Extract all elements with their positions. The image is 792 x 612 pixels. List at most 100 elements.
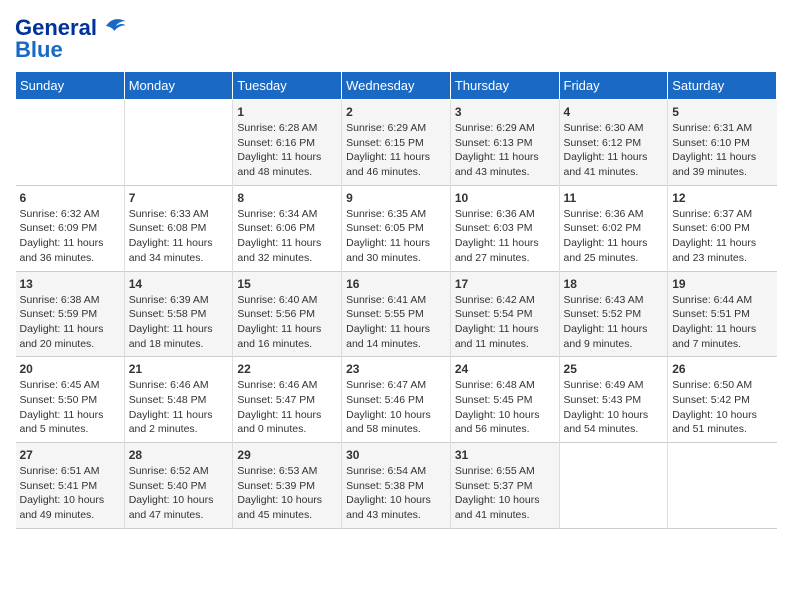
weekday-header-row: SundayMondayTuesdayWednesdayThursdayFrid… [16,72,777,100]
weekday-header-monday: Monday [124,72,233,100]
day-number: 28 [129,448,229,462]
calendar-cell: 6 Sunrise: 6:32 AM Sunset: 6:09 PM Daylig… [16,185,125,271]
calendar-cell: 1 Sunrise: 6:28 AM Sunset: 6:16 PM Daylig… [233,100,342,186]
calendar-cell: 10 Sunrise: 6:36 AM Sunset: 6:03 PM Dayli… [450,185,559,271]
calendar-cell [668,443,777,529]
calendar-cell: 22 Sunrise: 6:46 AM Sunset: 5:47 PM Dayli… [233,357,342,443]
calendar-cell: 12 Sunrise: 6:37 AM Sunset: 6:00 PM Dayli… [668,185,777,271]
day-info: Sunrise: 6:42 AM Sunset: 5:54 PM Dayligh… [455,293,555,352]
day-info: Sunrise: 6:51 AM Sunset: 5:41 PM Dayligh… [20,464,120,523]
day-info: Sunrise: 6:36 AM Sunset: 6:03 PM Dayligh… [455,207,555,266]
day-info: Sunrise: 6:46 AM Sunset: 5:47 PM Dayligh… [237,378,337,437]
day-info: Sunrise: 6:40 AM Sunset: 5:56 PM Dayligh… [237,293,337,352]
day-number: 18 [564,277,664,291]
day-info: Sunrise: 6:55 AM Sunset: 5:37 PM Dayligh… [455,464,555,523]
calendar-cell [559,443,668,529]
calendar-cell: 11 Sunrise: 6:36 AM Sunset: 6:02 PM Dayli… [559,185,668,271]
calendar-cell: 27Sunrise: 6:51 AM Sunset: 5:41 PM Dayli… [16,443,125,529]
calendar-cell: 28 Sunrise: 6:52 AM Sunset: 5:40 PM Dayli… [124,443,233,529]
day-info: Sunrise: 6:30 AM Sunset: 6:12 PM Dayligh… [564,121,664,180]
logo: General Blue [15,15,127,63]
calendar-cell: 17Sunrise: 6:42 AM Sunset: 5:54 PM Dayli… [450,271,559,357]
weekday-header-tuesday: Tuesday [233,72,342,100]
day-number: 12 [672,191,772,205]
day-info: Sunrise: 6:38 AM Sunset: 5:59 PM Dayligh… [20,293,120,352]
day-info: Sunrise: 6:29 AM Sunset: 6:15 PM Dayligh… [346,121,446,180]
page-header: General Blue [15,10,777,63]
day-number: 22 [237,362,337,376]
day-number: 30 [346,448,446,462]
calendar-cell [16,100,125,186]
calendar-cell: 7 Sunrise: 6:33 AM Sunset: 6:08 PM Daylig… [124,185,233,271]
day-number: 20 [20,362,120,376]
day-info: Sunrise: 6:45 AM Sunset: 5:50 PM Dayligh… [20,378,120,437]
day-number: 8 [237,191,337,205]
day-number: 2 [346,105,446,119]
day-number: 16 [346,277,446,291]
calendar-row-0: 1 Sunrise: 6:28 AM Sunset: 6:16 PM Daylig… [16,100,777,186]
calendar-cell: 30 Sunrise: 6:54 AM Sunset: 5:38 PM Dayli… [342,443,451,529]
day-info: Sunrise: 6:34 AM Sunset: 6:06 PM Dayligh… [237,207,337,266]
day-info: Sunrise: 6:28 AM Sunset: 6:16 PM Dayligh… [237,121,337,180]
calendar-cell: 20 Sunrise: 6:45 AM Sunset: 5:50 PM Dayli… [16,357,125,443]
calendar-cell: 31 Sunrise: 6:55 AM Sunset: 5:37 PM Dayli… [450,443,559,529]
calendar-cell: 24Sunrise: 6:48 AM Sunset: 5:45 PM Dayli… [450,357,559,443]
calendar-cell: 18 Sunrise: 6:43 AM Sunset: 5:52 PM Dayli… [559,271,668,357]
day-number: 26 [672,362,772,376]
day-number: 14 [129,277,229,291]
day-number: 1 [237,105,337,119]
day-number: 13 [20,277,120,291]
calendar-cell: 23 Sunrise: 6:47 AM Sunset: 5:46 PM Dayli… [342,357,451,443]
day-number: 21 [129,362,229,376]
logo-bird-icon [99,12,127,40]
calendar-row-2: 13 Sunrise: 6:38 AM Sunset: 5:59 PM Dayli… [16,271,777,357]
calendar-cell: 25 Sunrise: 6:49 AM Sunset: 5:43 PM Dayli… [559,357,668,443]
day-number: 25 [564,362,664,376]
day-info: Sunrise: 6:35 AM Sunset: 6:05 PM Dayligh… [346,207,446,266]
day-info: Sunrise: 6:53 AM Sunset: 5:39 PM Dayligh… [237,464,337,523]
calendar-cell: 29 Sunrise: 6:53 AM Sunset: 5:39 PM Dayli… [233,443,342,529]
calendar-cell: 8 Sunrise: 6:34 AM Sunset: 6:06 PM Daylig… [233,185,342,271]
day-info: Sunrise: 6:52 AM Sunset: 5:40 PM Dayligh… [129,464,229,523]
day-info: Sunrise: 6:36 AM Sunset: 6:02 PM Dayligh… [564,207,664,266]
day-info: Sunrise: 6:37 AM Sunset: 6:00 PM Dayligh… [672,207,772,266]
day-info: Sunrise: 6:43 AM Sunset: 5:52 PM Dayligh… [564,293,664,352]
calendar-row-1: 6 Sunrise: 6:32 AM Sunset: 6:09 PM Daylig… [16,185,777,271]
calendar-cell: 14 Sunrise: 6:39 AM Sunset: 5:58 PM Dayli… [124,271,233,357]
day-number: 31 [455,448,555,462]
calendar-row-3: 20 Sunrise: 6:45 AM Sunset: 5:50 PM Dayli… [16,357,777,443]
calendar-cell: 13 Sunrise: 6:38 AM Sunset: 5:59 PM Dayli… [16,271,125,357]
day-info: Sunrise: 6:54 AM Sunset: 5:38 PM Dayligh… [346,464,446,523]
day-number: 15 [237,277,337,291]
calendar-table: SundayMondayTuesdayWednesdayThursdayFrid… [15,71,777,529]
day-number: 5 [672,105,772,119]
day-number: 6 [20,191,120,205]
day-number: 3 [455,105,555,119]
day-info: Sunrise: 6:39 AM Sunset: 5:58 PM Dayligh… [129,293,229,352]
day-number: 9 [346,191,446,205]
calendar-cell: 21Sunrise: 6:46 AM Sunset: 5:48 PM Dayli… [124,357,233,443]
calendar-cell [124,100,233,186]
calendar-cell: 5 Sunrise: 6:31 AM Sunset: 6:10 PM Daylig… [668,100,777,186]
day-number: 11 [564,191,664,205]
day-info: Sunrise: 6:49 AM Sunset: 5:43 PM Dayligh… [564,378,664,437]
day-info: Sunrise: 6:44 AM Sunset: 5:51 PM Dayligh… [672,293,772,352]
weekday-header-saturday: Saturday [668,72,777,100]
day-info: Sunrise: 6:31 AM Sunset: 6:10 PM Dayligh… [672,121,772,180]
day-info: Sunrise: 6:50 AM Sunset: 5:42 PM Dayligh… [672,378,772,437]
calendar-cell: 19 Sunrise: 6:44 AM Sunset: 5:51 PM Dayli… [668,271,777,357]
day-number: 23 [346,362,446,376]
weekday-header-thursday: Thursday [450,72,559,100]
day-info: Sunrise: 6:47 AM Sunset: 5:46 PM Dayligh… [346,378,446,437]
day-info: Sunrise: 6:33 AM Sunset: 6:08 PM Dayligh… [129,207,229,266]
day-info: Sunrise: 6:32 AM Sunset: 6:09 PM Dayligh… [20,207,120,266]
day-number: 19 [672,277,772,291]
day-info: Sunrise: 6:41 AM Sunset: 5:55 PM Dayligh… [346,293,446,352]
weekday-header-friday: Friday [559,72,668,100]
day-number: 29 [237,448,337,462]
day-number: 7 [129,191,229,205]
calendar-cell: 4 Sunrise: 6:30 AM Sunset: 6:12 PM Daylig… [559,100,668,186]
day-info: Sunrise: 6:48 AM Sunset: 5:45 PM Dayligh… [455,378,555,437]
day-number: 10 [455,191,555,205]
day-number: 4 [564,105,664,119]
